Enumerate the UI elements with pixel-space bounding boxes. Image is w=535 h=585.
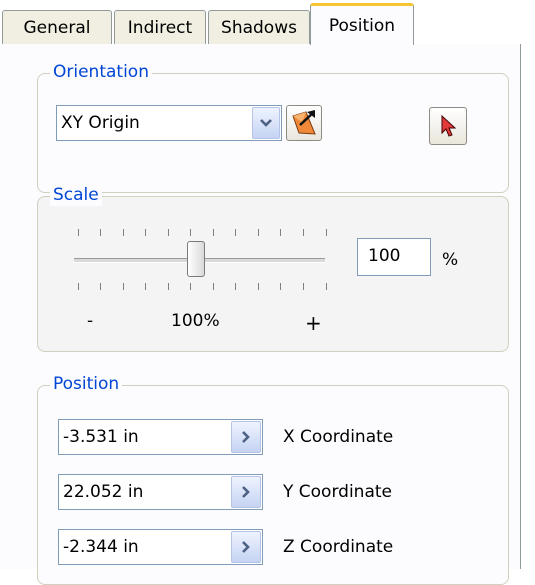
tab-panel-position: Orientation XY Origin Scale - 100% + 100…: [0, 44, 521, 585]
orientation-legend: Orientation: [50, 61, 152, 83]
chevron-right-icon[interactable]: [231, 421, 261, 453]
orient-arrow-icon: [292, 110, 316, 135]
tab-label: General: [23, 17, 91, 38]
scale-value-text: 100: [368, 246, 401, 266]
scale-slider-thumb[interactable]: [187, 241, 205, 277]
tab-position[interactable]: Position: [310, 3, 414, 45]
slider-ticks-top: [78, 229, 328, 237]
chevron-down-icon[interactable]: [252, 107, 280, 139]
chevron-right-icon[interactable]: [231, 531, 261, 563]
orientation-group: Orientation XY Origin: [37, 61, 509, 193]
y-coordinate-value: 22.052 in: [63, 482, 144, 502]
tab-strip: General Indirect Shadows Position: [0, 0, 535, 46]
orientation-select-value: XY Origin: [61, 113, 140, 133]
x-coordinate-field[interactable]: -3.531 in: [58, 419, 263, 455]
chevron-right-icon[interactable]: [231, 476, 261, 508]
tab-label: Indirect: [127, 17, 193, 38]
orientation-select[interactable]: XY Origin: [56, 105, 282, 141]
pick-button[interactable]: [429, 107, 467, 145]
orient-direction-button[interactable]: [286, 105, 322, 141]
tab-label: Position: [328, 15, 396, 36]
scale-value-input[interactable]: 100: [357, 238, 431, 276]
scale-group: Scale - 100% + 100 %: [37, 184, 509, 352]
z-coordinate-label: Z Coordinate: [283, 537, 394, 557]
scale-current-label: 100%: [171, 311, 220, 331]
tab-label: Shadows: [221, 17, 297, 38]
tab-general[interactable]: General: [2, 10, 112, 44]
tab-indirect[interactable]: Indirect: [114, 10, 206, 44]
x-coordinate-value: -3.531 in: [63, 427, 139, 447]
slider-ticks-bottom: [78, 283, 328, 291]
x-coordinate-label: X Coordinate: [283, 427, 394, 447]
scale-max-label: +: [305, 311, 322, 335]
scale-legend: Scale: [50, 184, 102, 206]
y-coordinate-field[interactable]: 22.052 in: [58, 474, 263, 510]
z-coordinate-field[interactable]: -2.344 in: [58, 529, 263, 565]
position-group: Position -3.531 in X Coordinate 22.052 i…: [37, 373, 509, 585]
cursor-arrow-icon: [441, 114, 457, 137]
z-coordinate-value: -2.344 in: [63, 537, 139, 557]
y-coordinate-label: Y Coordinate: [283, 482, 392, 502]
position-legend: Position: [50, 373, 123, 395]
scale-min-label: -: [87, 311, 94, 331]
scale-unit-label: %: [442, 250, 459, 270]
tab-shadows[interactable]: Shadows: [208, 10, 310, 44]
